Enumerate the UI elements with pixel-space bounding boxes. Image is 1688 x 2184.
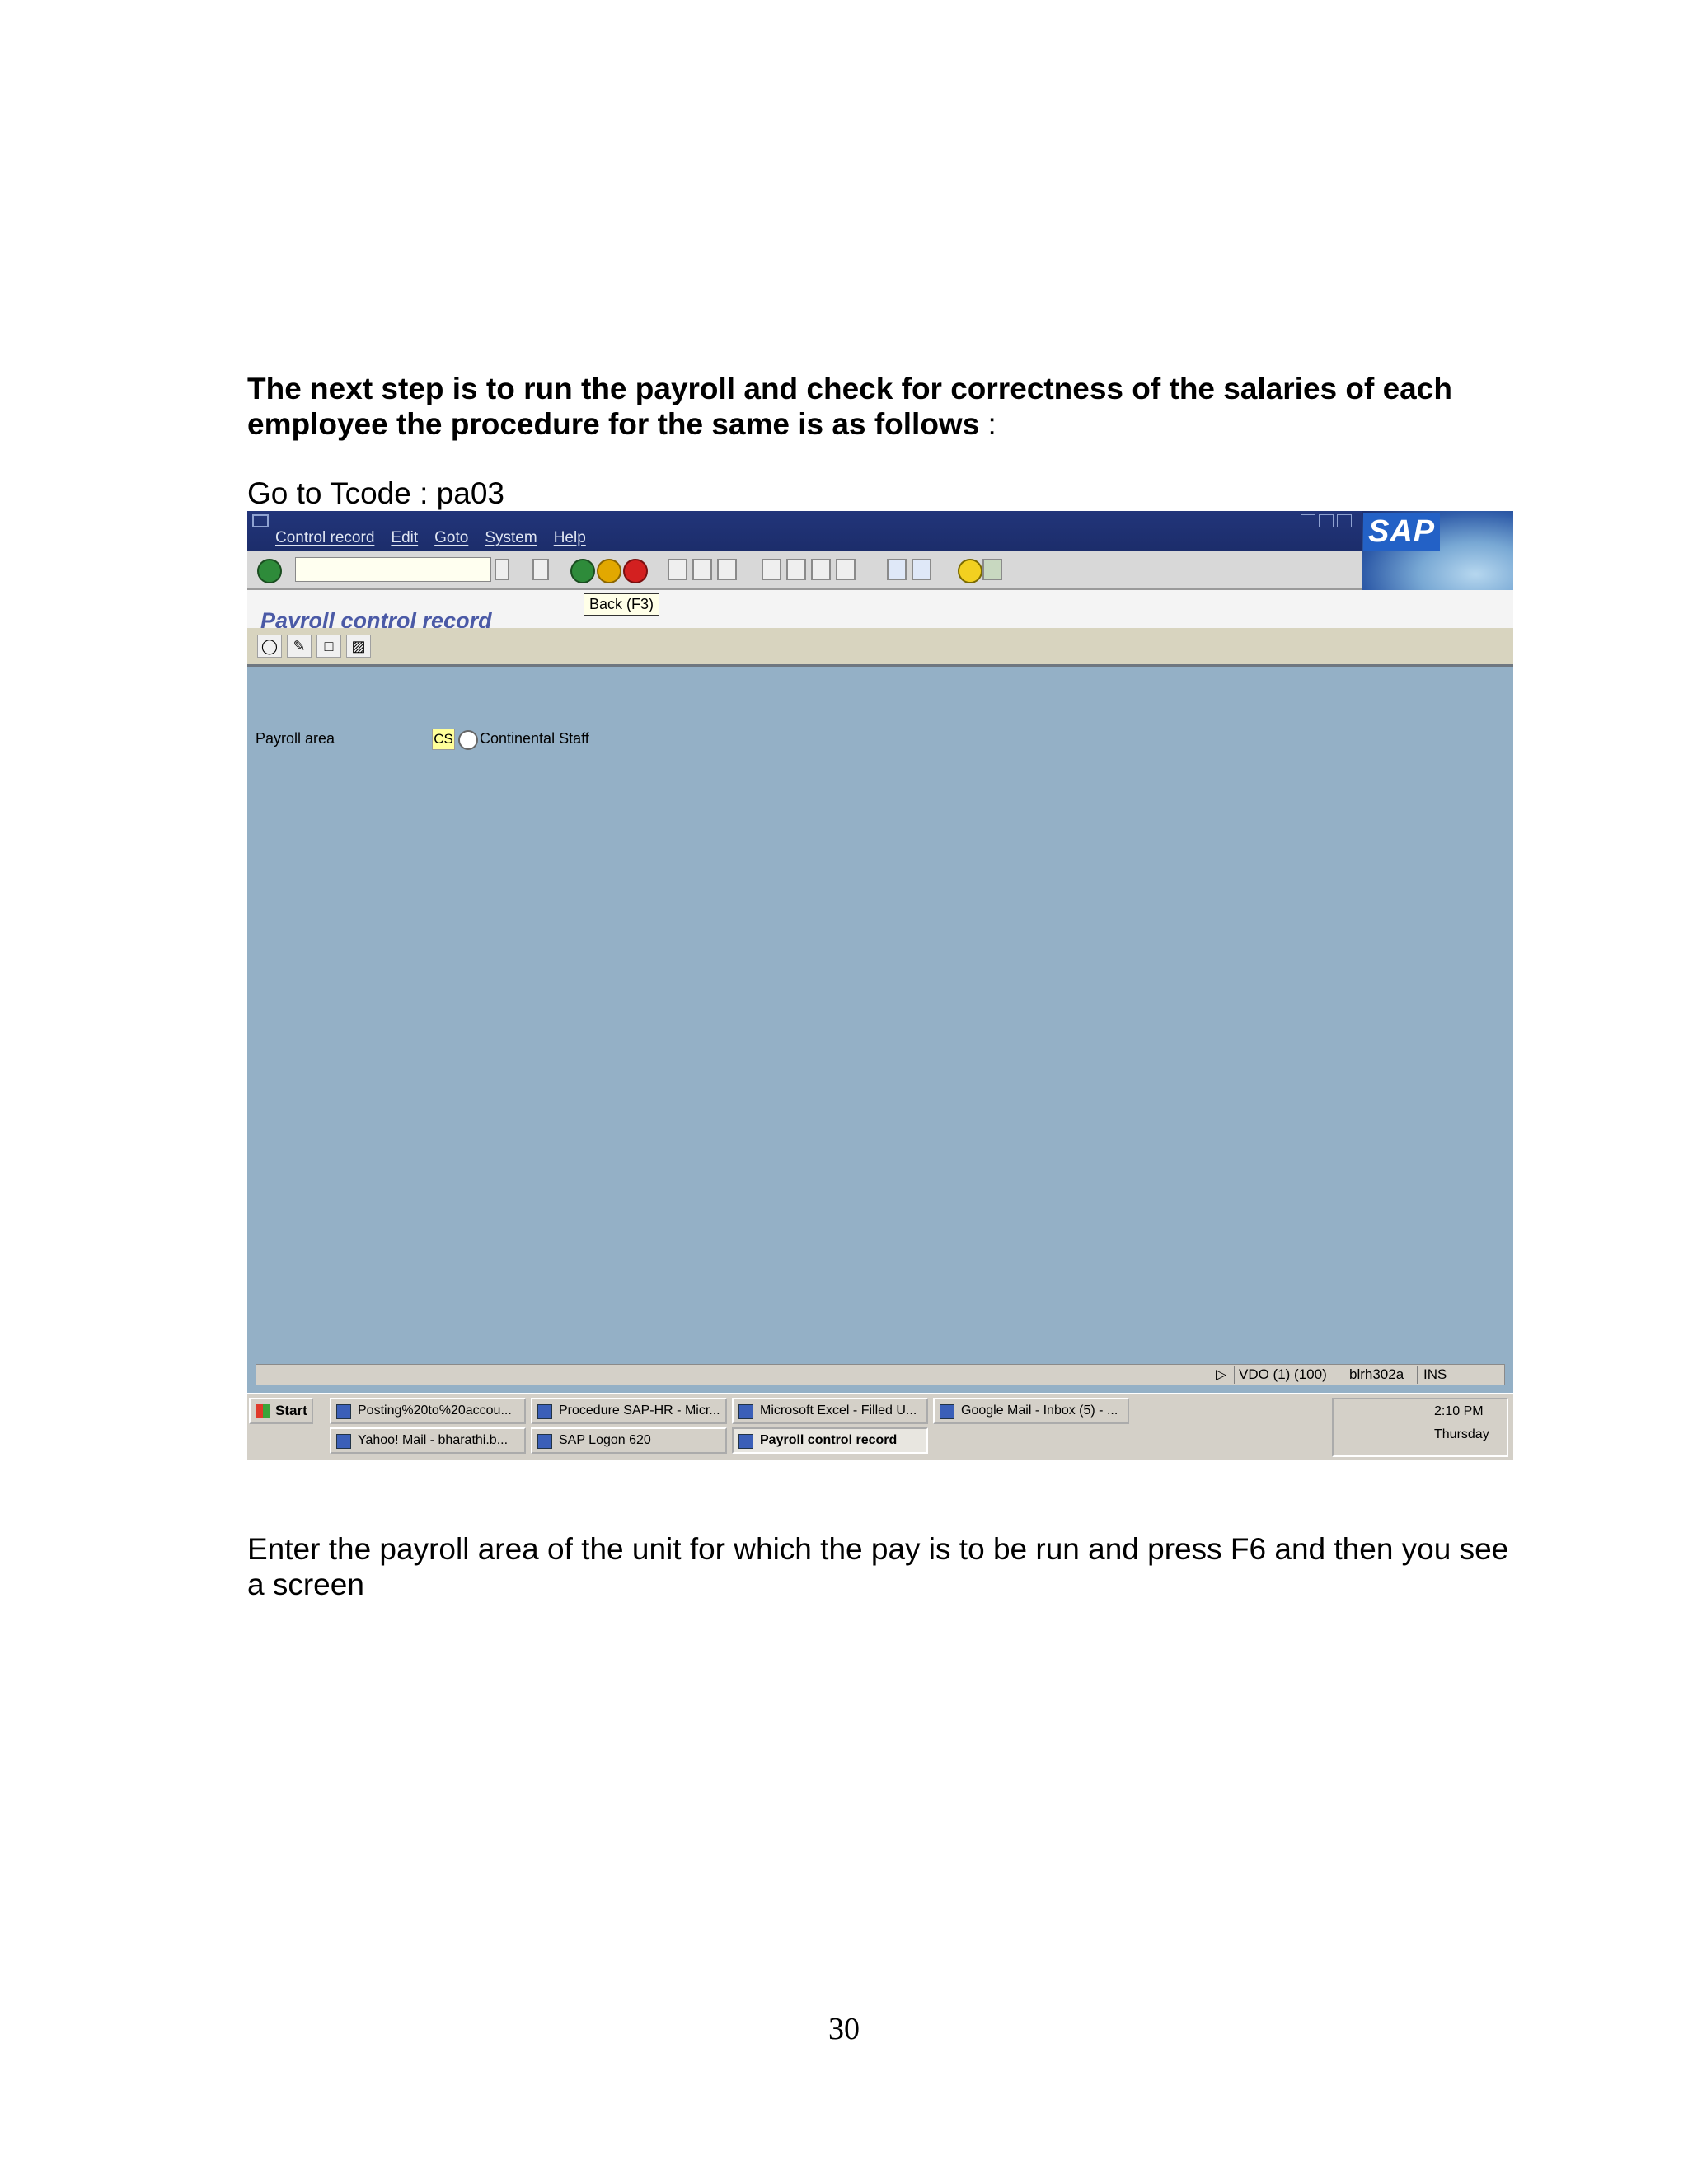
delete-icon[interactable]: ▨: [346, 635, 371, 658]
clock-day: Thursday: [1434, 1427, 1489, 1441]
maximize-icon[interactable]: [1319, 514, 1334, 527]
standard-toolbar: [247, 551, 1362, 590]
start-button[interactable]: Start: [249, 1398, 313, 1424]
instruction-after: Enter the payroll area of the unit for w…: [247, 1532, 1509, 1601]
back-icon[interactable]: [570, 559, 595, 583]
next-page-icon[interactable]: [811, 559, 831, 580]
shortcut-icon[interactable]: [912, 559, 931, 580]
task-yahoo-mail[interactable]: Yahoo! Mail - bharathi.b...: [330, 1427, 526, 1454]
status-separator: [1234, 1366, 1235, 1384]
payroll-area-description: Continental Staff: [480, 730, 589, 747]
insert-mode[interactable]: INS: [1423, 1366, 1447, 1383]
last-page-icon[interactable]: [836, 559, 856, 580]
close-icon[interactable]: [1337, 514, 1352, 527]
menu-help[interactable]: Help: [554, 529, 586, 547]
status-expand-icon[interactable]: ▷: [1216, 1366, 1226, 1383]
help-icon[interactable]: [958, 559, 982, 583]
change-icon[interactable]: ✎: [287, 635, 312, 658]
menu-control-record[interactable]: Control record: [275, 529, 374, 547]
print-icon[interactable]: [668, 559, 687, 580]
status-separator: [1417, 1366, 1418, 1384]
command-field[interactable]: [295, 557, 491, 582]
sap-menubar: Control record Edit Goto System Help: [247, 511, 1513, 551]
menu-edit[interactable]: Edit: [391, 529, 418, 547]
create-session-icon[interactable]: [887, 559, 907, 580]
page-number: 30: [828, 2012, 860, 2046]
command-dropdown-icon[interactable]: [495, 559, 509, 580]
save-icon[interactable]: [532, 559, 549, 580]
cancel-icon[interactable]: [623, 559, 648, 583]
find-next-icon[interactable]: [717, 559, 737, 580]
system-info[interactable]: VDO (1) (100): [1239, 1366, 1327, 1383]
status-bar: ▷ VDO (1) (100) blrh302a INS: [256, 1364, 1505, 1385]
task-word-procedure[interactable]: Procedure SAP-HR - Micr...: [531, 1398, 727, 1424]
minimize-icon[interactable]: [1301, 514, 1315, 527]
prev-page-icon[interactable]: [786, 559, 806, 580]
server-info[interactable]: blrh302a: [1349, 1366, 1404, 1383]
system-menu-icon[interactable]: [252, 514, 269, 527]
windows-taskbar: Start Posting%20to%20accou... Procedure …: [247, 1393, 1513, 1460]
task-sap-logon[interactable]: SAP Logon 620: [531, 1427, 727, 1454]
find-icon[interactable]: [692, 559, 712, 580]
enter-icon[interactable]: [257, 559, 282, 583]
sap-screenshot: Control record Edit Goto System Help SAP: [247, 511, 1513, 1460]
sap-logo: SAP: [1362, 511, 1513, 590]
instruction-heading: The next step is to run the payroll and …: [247, 371, 1533, 442]
payroll-area-label: Payroll area: [256, 730, 335, 747]
sap-logo-text: SAP: [1363, 513, 1441, 551]
task-excel[interactable]: Microsoft Excel - Filled U...: [732, 1398, 928, 1424]
task-google-mail[interactable]: Google Mail - Inbox (5) - ...: [933, 1398, 1129, 1424]
tcode-instruction: Go to Tcode : pa03: [247, 476, 504, 510]
payroll-area-input[interactable]: CS: [432, 729, 455, 750]
heading-bold-text: The next step is to run the payroll and …: [247, 372, 1452, 441]
create-icon[interactable]: □: [316, 635, 341, 658]
application-toolbar: ◯ ✎ □ ▨: [247, 628, 1513, 667]
value-help-icon[interactable]: [458, 730, 478, 750]
exit-icon[interactable]: [597, 559, 621, 583]
menu-system[interactable]: System: [485, 529, 537, 547]
back-tooltip: Back (F3): [584, 593, 660, 616]
menu-goto[interactable]: Goto: [434, 529, 468, 547]
clock-time[interactable]: 2:10 PM: [1434, 1404, 1484, 1419]
task-payroll-control-record[interactable]: Payroll control record: [732, 1427, 928, 1454]
layout-icon[interactable]: [982, 559, 1002, 580]
heading-tail: :: [979, 407, 996, 441]
first-page-icon[interactable]: [762, 559, 781, 580]
task-word-posting[interactable]: Posting%20to%20accou...: [330, 1398, 526, 1424]
display-icon[interactable]: ◯: [257, 635, 282, 658]
